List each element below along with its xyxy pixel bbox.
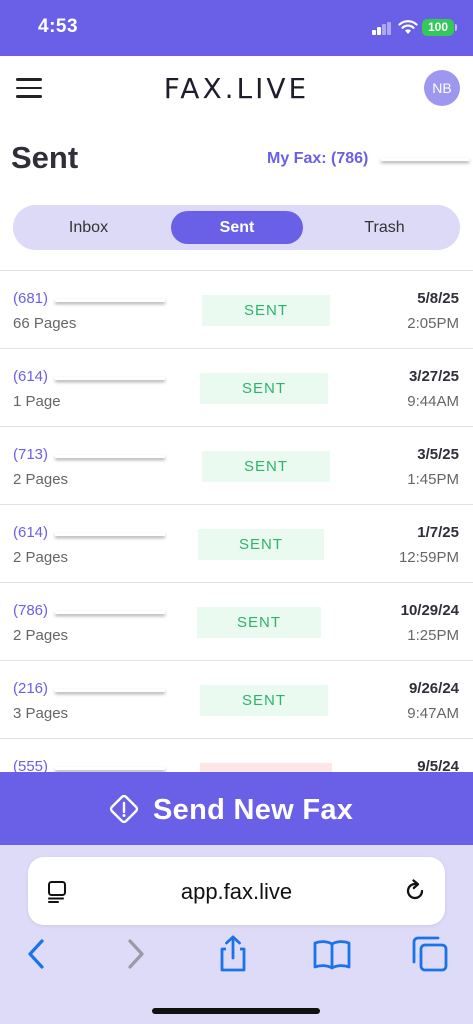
status-badge: SENT [198, 529, 324, 560]
status-bar: 4:53 100 [0, 0, 473, 56]
redaction-bar [55, 377, 165, 380]
url-text: app.fax.live [180, 879, 293, 904]
fax-date: 3/27/25 [408, 368, 459, 385]
redaction-bar [55, 533, 165, 536]
status-badge: SENT [202, 451, 330, 482]
tab-trash[interactable]: Trash [315, 211, 454, 244]
redaction-bar [55, 767, 165, 770]
tab-sent[interactable]: Sent [171, 211, 303, 244]
status-badge: SENT [197, 607, 321, 638]
fax-time: 9:44AM [407, 393, 459, 410]
back-icon[interactable] [16, 934, 56, 974]
fax-number: (713) [13, 446, 49, 463]
fax-pages: 2 Pages [13, 627, 69, 644]
status-badge: SENT [202, 295, 330, 326]
fax-list: (681) 66 Pages SENT 5/8/25 2:05PM (614) … [0, 270, 473, 772]
send-new-fax-label: Send New Fax [153, 794, 354, 826]
wifi-icon [398, 20, 418, 34]
redaction-bar [55, 689, 165, 692]
page-title: Sent [11, 140, 79, 175]
folder-tabs: Inbox Sent Trash [13, 205, 460, 250]
fax-row[interactable]: (216) 3 Pages SENT 9/26/24 9:47AM [0, 661, 473, 739]
fax-number: (681) [13, 290, 49, 307]
home-indicator [152, 1008, 320, 1014]
forward-icon[interactable] [116, 934, 156, 974]
fax-pages: 66 Pages [13, 315, 77, 332]
address-bar[interactable]: app.fax.live [28, 857, 445, 925]
fax-pages: 2 Pages [13, 471, 69, 488]
fax-time: 1:25PM [407, 627, 459, 644]
fax-time: 1:45PM [407, 471, 459, 488]
avatar[interactable]: NB [424, 70, 460, 106]
fax-number: (786) [13, 602, 49, 619]
redaction-bar [55, 455, 165, 458]
fax-time: 2:05PM [407, 315, 459, 332]
redaction-bar [55, 299, 165, 302]
battery-icon: 100 [422, 19, 454, 36]
status-time: 4:53 [38, 16, 79, 37]
my-fax-number: My Fax: (786) [267, 150, 369, 167]
status-badge [200, 763, 332, 772]
fax-number: (614) [13, 368, 49, 385]
fax-row[interactable]: (713) 2 Pages SENT 3/5/25 1:45PM [0, 427, 473, 505]
battery-tip [455, 24, 457, 31]
fax-pages: 1 Page [13, 393, 61, 410]
browser-toolbar: app.fax.live [0, 845, 473, 1024]
fax-date: 9/5/24 [417, 758, 459, 772]
send-diamond-icon [109, 794, 139, 824]
fax-date: 5/8/25 [417, 290, 459, 307]
fax-pages: 3 Pages [13, 705, 69, 722]
tab-inbox[interactable]: Inbox [19, 211, 158, 244]
status-badge: SENT [200, 685, 328, 716]
send-new-fax-button[interactable]: Send New Fax [0, 772, 473, 845]
fax-time: 12:59PM [398, 549, 459, 566]
fax-number: (216) [13, 680, 49, 697]
signal-icon [372, 22, 392, 35]
fax-row[interactable]: (614) 1 Page SENT 3/27/25 9:44AM [0, 349, 473, 427]
fax-number: (614) [13, 524, 49, 541]
fax-row[interactable]: (681) 66 Pages SENT 5/8/25 2:05PM [0, 271, 473, 349]
redaction-bar [381, 158, 469, 161]
fax-time: 9:47AM [407, 705, 459, 722]
fax-row[interactable]: (555) 9/5/24 [0, 739, 473, 772]
status-badge: SENT [200, 373, 328, 404]
redaction-bar [55, 611, 165, 614]
tabs-icon[interactable] [410, 934, 450, 974]
fax-live-logo: FAX.LIVE [163, 72, 310, 105]
reload-icon[interactable] [401, 877, 429, 905]
fax-row[interactable]: (786) 2 Pages SENT 10/29/24 1:25PM [0, 583, 473, 661]
fax-row[interactable]: (614) 2 Pages SENT 1/7/25 12:59PM [0, 505, 473, 583]
fax-date: 1/7/25 [417, 524, 459, 541]
app-header: FAX.LIVE NB [0, 56, 473, 120]
fax-date: 10/29/24 [400, 602, 459, 619]
bookmarks-icon[interactable] [312, 934, 352, 974]
fax-number: (555) [13, 758, 49, 772]
share-icon[interactable] [213, 934, 253, 974]
fax-date: 3/5/25 [417, 446, 459, 463]
fax-pages: 2 Pages [13, 549, 69, 566]
fax-date: 9/26/24 [408, 680, 459, 697]
